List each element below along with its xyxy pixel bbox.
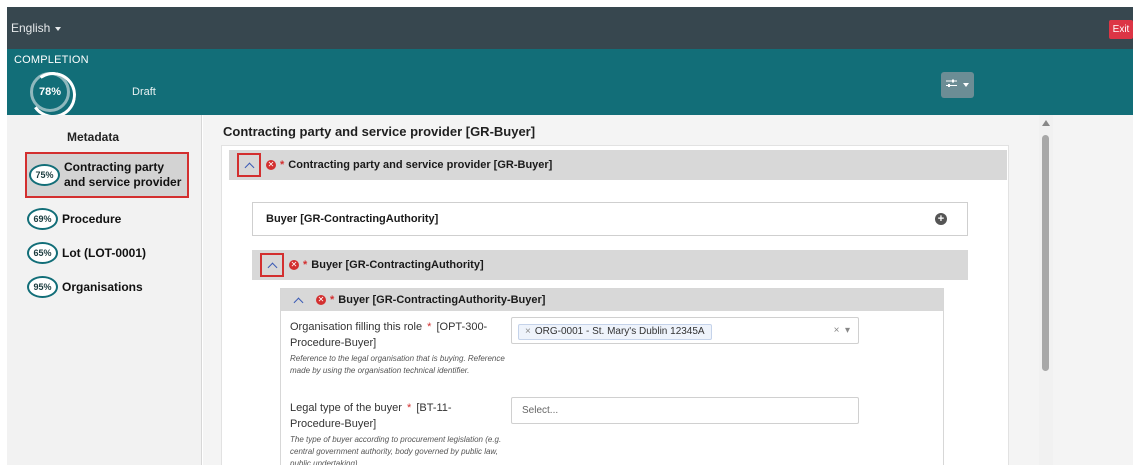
required-marker: * — [303, 259, 308, 271]
field-label-legal-type: Legal type of the buyer * [BT-11-Procedu… — [290, 400, 500, 432]
scroll-up-icon[interactable] — [1042, 120, 1050, 126]
language-label: English — [11, 21, 51, 35]
chevron-up-icon[interactable] — [293, 297, 304, 307]
buyer-collapsed-row[interactable]: Buyer [GR-ContractingAuthority] + — [252, 202, 968, 236]
filter-button[interactable] — [941, 72, 974, 98]
sidebar-item-label: Organisations — [62, 279, 143, 294]
scroll-thumb[interactable] — [1042, 135, 1049, 371]
buyer-row-label: Buyer [GR-ContractingAuthority] — [266, 213, 439, 225]
exit-button[interactable]: Exit — [1109, 20, 1133, 39]
section-header-buyer: ✕ * Buyer [GR-ContractingAuthority] — [252, 250, 968, 280]
status-text: Draft — [132, 86, 156, 98]
sidebar-item-label: Contracting party and service provider — [64, 160, 182, 189]
field-help-organisation: Reference to the legal organisation that… — [290, 354, 505, 375]
completion-percent: 78% — [38, 86, 62, 98]
error-icon: ✕ — [289, 260, 299, 270]
caret-down-icon — [963, 83, 970, 88]
collapse-toggle[interactable] — [237, 153, 261, 177]
chip-label: ORG-0001 - St. Mary's Dublin 12345A — [534, 326, 705, 337]
sidebar-item-procedure[interactable]: 69% Procedure — [27, 202, 121, 236]
chevron-up-icon — [244, 162, 254, 172]
required-marker: * — [280, 159, 285, 171]
sidebar: Metadata 75% Contracting party and servi… — [7, 115, 202, 465]
legal-type-select[interactable]: Select... — [511, 397, 859, 424]
section-label: Contracting party and service provider [… — [288, 159, 553, 171]
error-icon: ✕ — [316, 295, 326, 305]
required-marker: * — [427, 321, 432, 333]
sidebar-item-lot[interactable]: 65% Lot (LOT-0001) — [27, 236, 146, 270]
field-help-legal-type: The type of buyer according to procureme… — [290, 435, 502, 465]
sidebar-item-contracting-party[interactable]: 75% Contracting party and service provid… — [25, 152, 189, 198]
language-selector[interactable]: English — [11, 21, 62, 35]
inner-section-header: ✕ * Buyer [GR-ContractingAuthority-Buyer… — [281, 289, 943, 311]
progress-ring: 65% — [27, 242, 58, 264]
completion-progress-ring: 78% — [30, 72, 70, 112]
sidebar-item-organisations[interactable]: 95% Organisations — [27, 270, 143, 304]
required-marker: * — [330, 294, 335, 306]
section-label: Buyer [GR-ContractingAuthority-Buyer] — [338, 294, 546, 306]
right-panel — [1039, 115, 1133, 465]
page-title: Contracting party and service provider [… — [223, 124, 536, 139]
required-marker: * — [406, 402, 412, 414]
sidebar-item-label: Procedure — [62, 211, 122, 226]
progress-ring: 75% — [29, 164, 60, 186]
progress-ring: 95% — [27, 276, 58, 298]
remove-chip-icon[interactable]: × — [525, 326, 531, 337]
sidebar-item-label: Lot (LOT-0001) — [62, 245, 147, 260]
collapse-toggle[interactable] — [260, 253, 284, 277]
scrollbar[interactable] — [1039, 115, 1053, 465]
chevron-up-icon — [267, 262, 277, 272]
select-controls[interactable]: × ▾ — [834, 325, 850, 336]
sliders-icon — [945, 79, 960, 91]
completion-label: COMPLETION — [14, 54, 89, 66]
field-label-text: Legal type of the buyer — [290, 402, 402, 414]
app-frame: English Exit COMPLETION 78% Draft Metada… — [7, 7, 1133, 465]
form-card: ✕ * Contracting party and service provid… — [221, 145, 1009, 465]
field-label-text: Organisation filling this role — [290, 321, 423, 333]
section-header-contracting-party: ✕ * Contracting party and service provid… — [229, 150, 1007, 180]
field-label-organisation: Organisation filling this role * [OPT-30… — [290, 319, 500, 351]
section-label: Buyer [GR-ContractingAuthority] — [311, 259, 484, 271]
error-icon: ✕ — [266, 160, 276, 170]
selected-chip[interactable]: × ORG-0001 - St. Mary's Dublin 12345A — [518, 324, 712, 340]
select-placeholder: Select... — [522, 405, 559, 416]
add-icon[interactable]: + — [935, 213, 947, 225]
progress-ring: 69% — [27, 208, 58, 230]
organisation-select[interactable]: × ORG-0001 - St. Mary's Dublin 12345A × ▾ — [511, 317, 859, 344]
buyer-inner-panel: ✕ * Buyer [GR-ContractingAuthority-Buyer… — [280, 288, 944, 465]
main-content: Contracting party and service provider [… — [203, 115, 1039, 465]
top-bar: English Exit — [7, 7, 1133, 49]
sidebar-heading: Metadata — [67, 130, 120, 144]
caret-down-icon — [55, 26, 62, 31]
